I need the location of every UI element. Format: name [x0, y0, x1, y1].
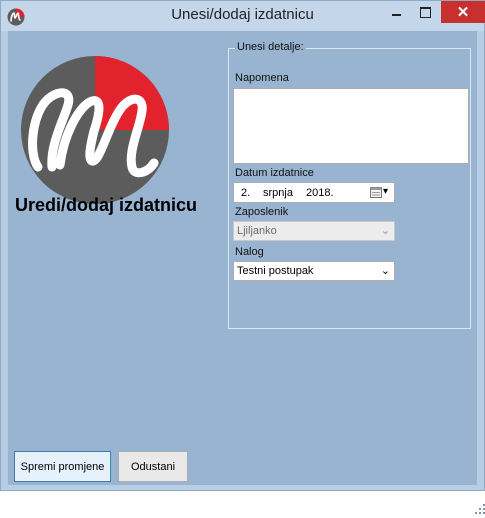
nalog-combobox[interactable]: Testni postupak ⌄: [233, 261, 395, 281]
title-bar[interactable]: Unesi/dodaj izdatnicu ✕: [1, 1, 485, 31]
details-group-label: Unesi detalje:: [235, 41, 306, 53]
resize-grip-icon[interactable]: [466, 496, 485, 518]
chevron-down-icon: ⌄: [380, 225, 390, 237]
company-logo: [21, 56, 169, 204]
client-area: Uredi/dodaj izdatnicu Unesi detalje: Nap…: [8, 31, 485, 514]
calendar-icon[interactable]: [370, 186, 382, 198]
napomena-textarea[interactable]: [233, 88, 469, 164]
chevron-down-icon[interactable]: ⌄: [381, 264, 390, 277]
maximize-icon: [420, 7, 431, 18]
zaposlenik-label: Zaposlenik: [235, 206, 289, 218]
maximize-button[interactable]: [411, 1, 439, 23]
napomena-label: Napomena: [235, 72, 289, 84]
nalog-value: Testni postupak: [237, 265, 314, 277]
zaposlenik-combobox: Ljiljanko ⌄: [233, 221, 395, 241]
chevron-down-icon[interactable]: ▾: [383, 186, 388, 197]
datum-picker[interactable]: 2. srpnja 2018. ▾: [233, 182, 395, 203]
datum-year[interactable]: 2018.: [306, 187, 334, 199]
nalog-label: Nalog: [235, 246, 264, 258]
minimize-icon: [392, 14, 401, 16]
save-button[interactable]: Spremi promjene: [14, 451, 111, 482]
close-button[interactable]: ✕: [441, 1, 485, 23]
cancel-button[interactable]: Odustani: [118, 451, 188, 482]
minimize-button[interactable]: [382, 1, 410, 23]
dialog-window: Unesi/dodaj izdatnicu ✕ Uredi/dodaj izda…: [0, 0, 485, 514]
close-icon: ✕: [456, 4, 470, 21]
datum-label: Datum izdatnice: [235, 167, 314, 179]
datum-day[interactable]: 2.: [241, 187, 250, 199]
zaposlenik-value: Ljiljanko: [237, 225, 277, 237]
datum-month[interactable]: srpnja: [263, 187, 293, 199]
form-title: Uredi/dodaj izdatnicu: [15, 195, 198, 215]
